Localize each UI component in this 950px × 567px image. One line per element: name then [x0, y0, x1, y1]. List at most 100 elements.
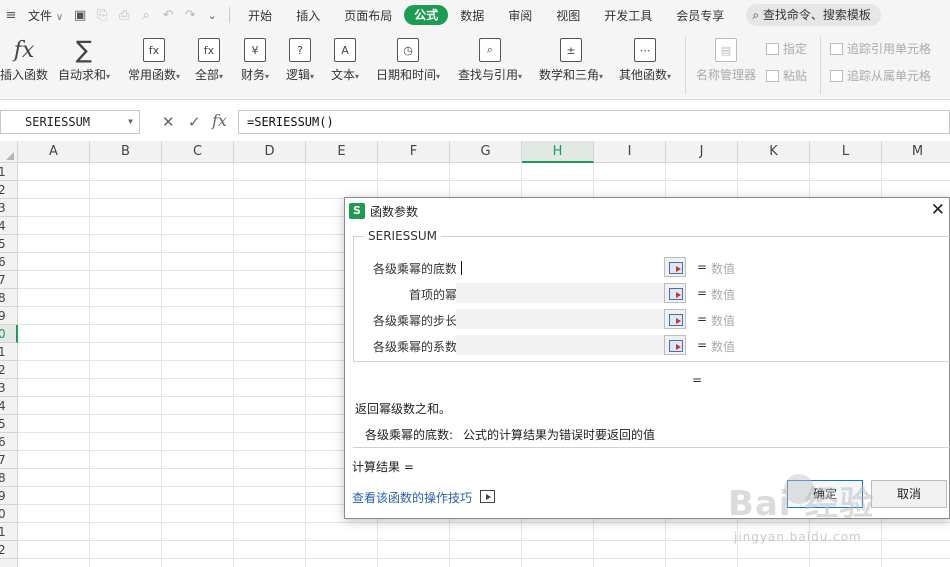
tab-formula[interactable]: 公式: [404, 5, 449, 25]
row-header[interactable]: 8: [0, 289, 18, 307]
row-header[interactable]: 2: [0, 541, 18, 559]
logic-caret: ▾: [310, 72, 315, 81]
dialog-title-bar[interactable]: S 函数参数 ✕: [345, 198, 949, 224]
paste-name-icon: [766, 70, 779, 82]
tab-page-layout[interactable]: 页面布局: [332, 7, 404, 24]
name-box[interactable]: SERIESSUM ▼: [0, 110, 140, 134]
row-header[interactable]: 9: [0, 307, 18, 325]
select-all-corner[interactable]: [0, 141, 18, 163]
common-functions-button[interactable]: fx 常用函数▾: [123, 38, 185, 83]
text-functions-button[interactable]: A 文本▾: [327, 38, 363, 83]
row-header[interactable]: 6: [0, 433, 18, 451]
arg-input-step[interactable]: [456, 309, 686, 329]
row-header[interactable]: 1: [0, 523, 18, 541]
cell-picker-icon[interactable]: [664, 309, 686, 329]
row-header[interactable]: 3: [0, 199, 18, 217]
cancel-button[interactable]: 取消: [871, 480, 947, 508]
close-icon[interactable]: ✕: [931, 201, 945, 219]
row-header[interactable]: 1: [0, 163, 18, 181]
ribbon-divider-2: [820, 36, 821, 94]
tab-review[interactable]: 审阅: [496, 7, 544, 24]
row-header[interactable]: 2: [0, 181, 18, 199]
column-header[interactable]: F: [378, 141, 450, 163]
print-preview-icon[interactable]: ⌕: [135, 4, 157, 26]
arg-eq-coefficients: =: [697, 338, 708, 352]
row-header[interactable]: 9: [0, 487, 18, 505]
row-header[interactable]: 2: [0, 361, 18, 379]
save-icon[interactable]: ▣: [69, 4, 91, 26]
column-header[interactable]: A: [18, 141, 90, 163]
cancel-formula-icon[interactable]: ✕: [162, 113, 175, 131]
ok-button[interactable]: 确定: [787, 480, 863, 508]
formula-input[interactable]: =SERIESSUM(): [238, 110, 950, 134]
sigma-icon: ∑: [75, 36, 93, 64]
column-header[interactable]: E: [306, 141, 378, 163]
arg-label-coefficients: 各级乘幂的系数: [372, 340, 457, 354]
command-search[interactable]: ⌕ 查找命令、搜索模板: [746, 4, 881, 26]
paste-name-button[interactable]: 粘贴: [766, 67, 807, 84]
tab-member[interactable]: 会员专享: [664, 7, 736, 24]
name-manager-button[interactable]: ▤ 名称管理器: [694, 38, 758, 83]
row-header[interactable]: 1: [0, 343, 18, 361]
cell-picker-icon[interactable]: [664, 335, 686, 355]
column-header[interactable]: D: [234, 141, 306, 163]
trace-dependents-button[interactable]: 追踪从属单元格: [830, 67, 931, 84]
row-header[interactable]: 7: [0, 451, 18, 469]
trace-precedents-button[interactable]: 追踪引用单元格: [830, 40, 931, 57]
column-header[interactable]: J: [666, 141, 738, 163]
lookup-button[interactable]: ⌕ 查找与引用▾: [454, 38, 526, 83]
row-header[interactable]: 8: [0, 469, 18, 487]
column-header[interactable]: H: [522, 141, 594, 163]
finance-caret: ▾: [265, 72, 270, 81]
menu-icon[interactable]: ≡: [0, 4, 22, 26]
print-icon[interactable]: ⎙: [113, 4, 135, 26]
row-header[interactable]: 5: [0, 235, 18, 253]
column-header[interactable]: B: [90, 141, 162, 163]
finance-button[interactable]: ¥ 财务▾: [237, 38, 273, 83]
function-tips-link[interactable]: 查看该函数的操作技巧: [352, 489, 472, 506]
cell-picker-icon[interactable]: [664, 257, 686, 277]
cell-picker-icon[interactable]: [664, 283, 686, 303]
tab-data[interactable]: 数据: [448, 7, 496, 24]
column-header[interactable]: L: [810, 141, 882, 163]
row-header[interactable]: 0: [0, 325, 18, 343]
math-button[interactable]: ± 数学和三角▾: [535, 38, 607, 83]
common-functions-label: 常用函数: [127, 68, 176, 82]
autosum-button[interactable]: ∑ 自动求和▾: [55, 36, 113, 83]
column-header[interactable]: I: [594, 141, 666, 163]
column-header[interactable]: M: [882, 141, 950, 163]
arg-input-coefficients[interactable]: [456, 335, 686, 355]
arg-input-first-power[interactable]: [456, 283, 686, 303]
column-header[interactable]: G: [450, 141, 522, 163]
logic-button[interactable]: ? 逻辑▾: [282, 38, 318, 83]
column-headers: ABCDEFGHIJKLM: [0, 141, 950, 163]
row-header[interactable]: 4: [0, 397, 18, 415]
row-header[interactable]: 6: [0, 253, 18, 271]
row-header[interactable]: 7: [0, 271, 18, 289]
row-header[interactable]: 3: [0, 379, 18, 397]
row-header[interactable]: 5: [0, 415, 18, 433]
row-header[interactable]: 0: [0, 505, 18, 523]
define-name-button[interactable]: 指定: [766, 40, 807, 57]
fx-button[interactable]: fx: [212, 111, 227, 130]
tab-developer[interactable]: 开发工具: [592, 7, 664, 24]
redo-icon[interactable]: ↷: [179, 4, 201, 26]
row-header[interactable]: 4: [0, 217, 18, 235]
datetime-button[interactable]: ◷ 日期和时间▾: [372, 38, 444, 83]
other-functions-button[interactable]: ⋯ 其他函数▾: [615, 38, 675, 83]
define-name-label: 指定: [783, 42, 808, 56]
tab-start[interactable]: 开始: [236, 7, 284, 24]
undo-icon[interactable]: ↶: [157, 4, 179, 26]
tab-insert[interactable]: 插入: [284, 7, 332, 24]
insert-function-button[interactable]: fx 插入函数: [0, 38, 48, 83]
quick-access-more-icon[interactable]: ⌄: [201, 4, 223, 26]
arg-input-base[interactable]: [456, 257, 686, 277]
column-header[interactable]: K: [738, 141, 810, 163]
all-functions-button[interactable]: fx 全部▾: [192, 38, 226, 83]
file-menu[interactable]: 文件 ∨: [22, 7, 69, 24]
tab-view[interactable]: 视图: [544, 7, 592, 24]
video-play-icon[interactable]: [480, 490, 495, 503]
column-header[interactable]: C: [162, 141, 234, 163]
confirm-formula-icon[interactable]: ✓: [188, 113, 201, 131]
format-painter-icon[interactable]: ⎘: [91, 4, 113, 26]
